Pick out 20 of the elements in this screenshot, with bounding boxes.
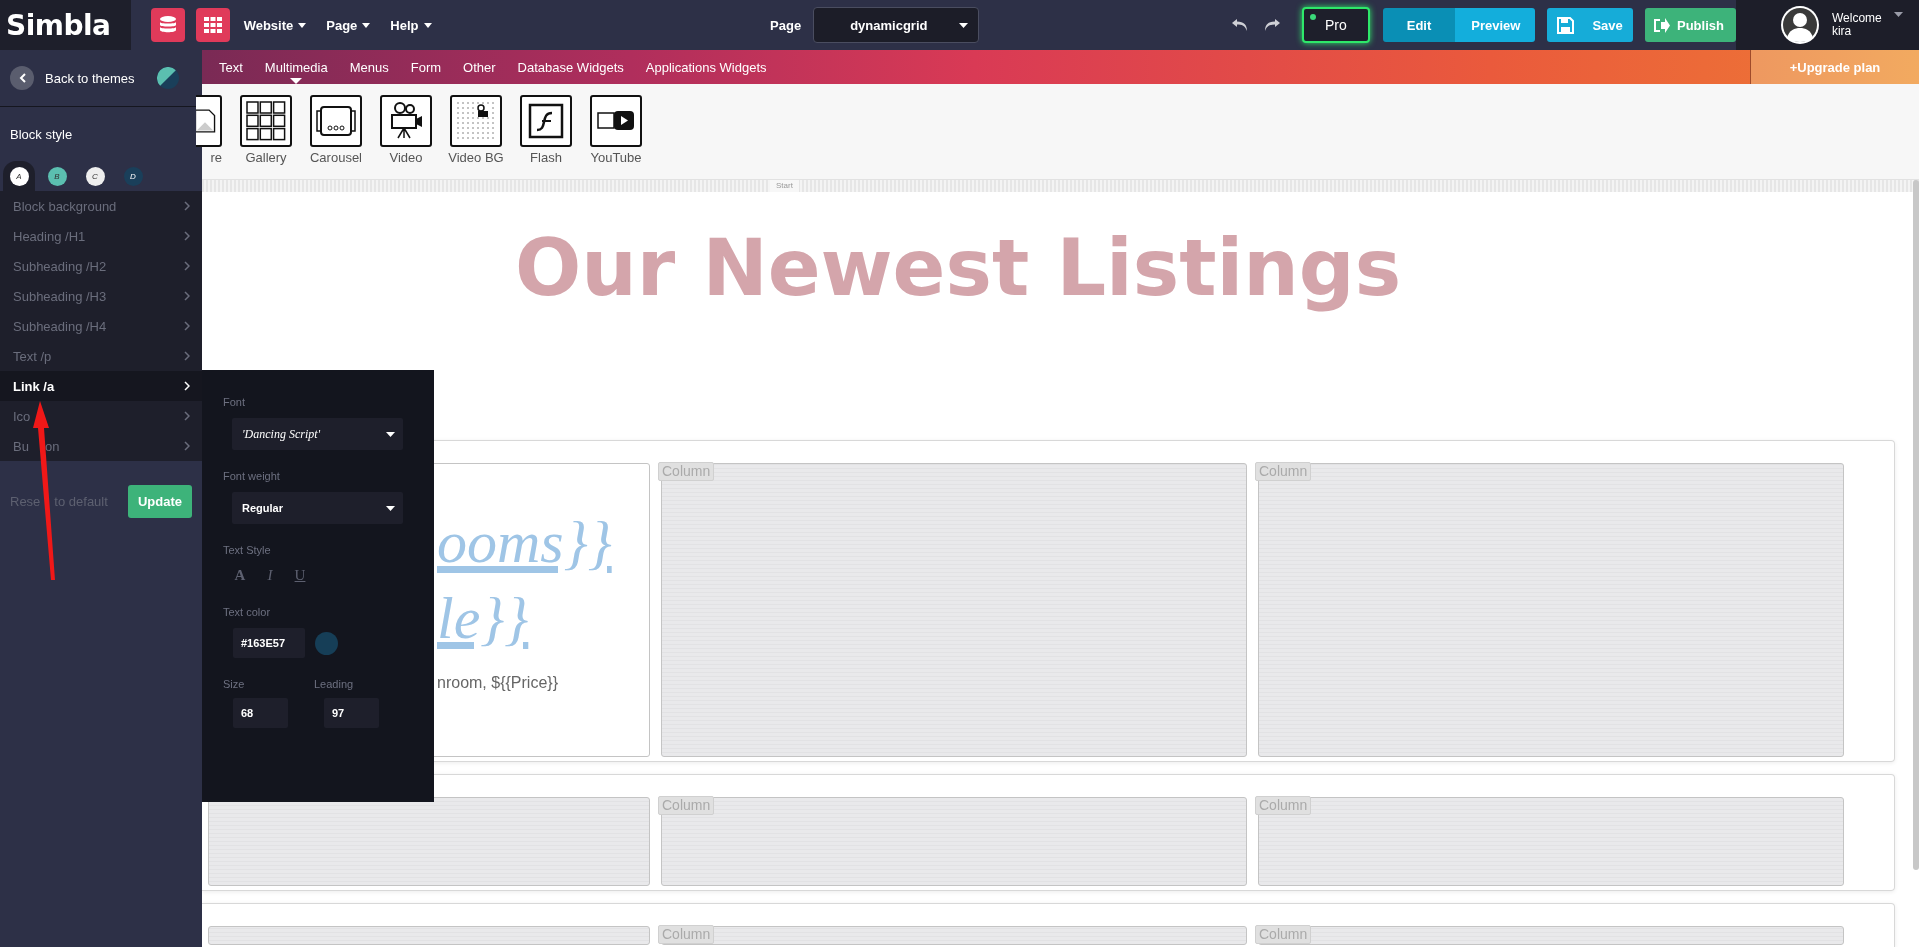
widget-label: Gallery xyxy=(245,150,287,165)
start-marker: Start xyxy=(770,180,799,192)
page-heading: Our Newest Listings xyxy=(514,222,1403,315)
field-label: Leading xyxy=(314,678,354,690)
widget-label: Flash xyxy=(530,150,562,165)
widget-label: Video BG xyxy=(448,150,504,165)
field-label: Text Style xyxy=(223,544,271,556)
widget-label: Carousel xyxy=(310,150,362,165)
field-label: Font xyxy=(223,396,245,408)
field-label: Font weight xyxy=(223,470,280,482)
field-label: Size xyxy=(223,678,245,690)
page-label: Page xyxy=(770,17,802,33)
widget-label: re xyxy=(210,150,222,165)
user-name: kira xyxy=(1831,25,1853,38)
welcome-text: Welcome xyxy=(1831,12,1882,25)
widget-label: Video xyxy=(389,150,423,165)
field-label: Text color xyxy=(223,606,271,618)
section-title: Block style xyxy=(9,126,74,144)
widget-label: YouTube xyxy=(590,150,642,165)
listing-text: nroom, ${{Price}} xyxy=(437,674,558,692)
